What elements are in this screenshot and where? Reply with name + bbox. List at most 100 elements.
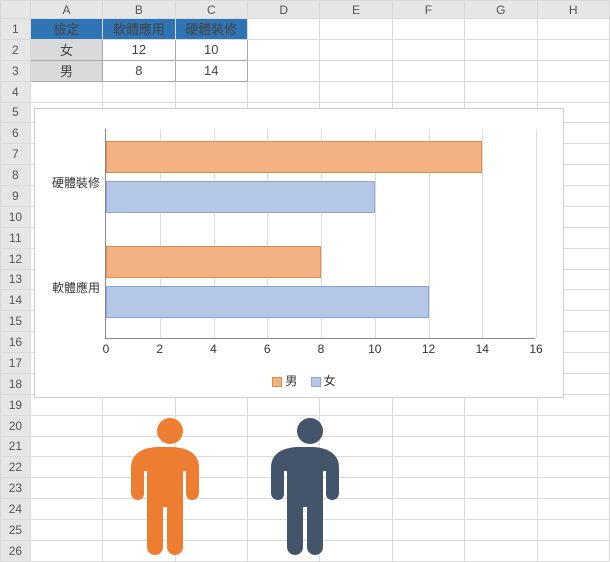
col-header[interactable]: E: [320, 1, 392, 19]
cell[interactable]: [537, 415, 609, 436]
bar-女[interactable]: [106, 181, 375, 213]
cell[interactable]: [392, 415, 464, 436]
cell[interactable]: [465, 415, 537, 436]
cell[interactable]: 軟體應用: [103, 19, 175, 40]
cell[interactable]: [247, 39, 319, 60]
cell[interactable]: [320, 60, 392, 81]
cell[interactable]: [537, 499, 609, 520]
bar-男[interactable]: [106, 246, 321, 278]
cell[interactable]: [247, 19, 319, 40]
row-header[interactable]: 9: [1, 186, 31, 207]
person-icon-orange[interactable]: [110, 415, 230, 555]
cell[interactable]: [247, 60, 319, 81]
cell[interactable]: [537, 540, 609, 561]
row-header[interactable]: 5: [1, 102, 31, 123]
cell[interactable]: [175, 81, 247, 102]
cell[interactable]: [30, 457, 102, 478]
cell[interactable]: [465, 540, 537, 561]
cell[interactable]: [465, 39, 537, 60]
cell[interactable]: [392, 457, 464, 478]
cell[interactable]: 8: [103, 60, 175, 81]
cell[interactable]: [465, 81, 537, 102]
row-header[interactable]: 13: [1, 269, 31, 290]
bar-女[interactable]: [106, 286, 429, 318]
cell[interactable]: [103, 81, 175, 102]
cell[interactable]: [30, 415, 102, 436]
row-header[interactable]: 22: [1, 457, 31, 478]
row-header[interactable]: 2: [1, 39, 31, 60]
col-header[interactable]: D: [247, 1, 319, 19]
cell[interactable]: [392, 540, 464, 561]
row-header[interactable]: 7: [1, 144, 31, 165]
row-header[interactable]: 21: [1, 436, 31, 457]
cell[interactable]: [247, 81, 319, 102]
cell[interactable]: [465, 19, 537, 40]
cell[interactable]: [392, 39, 464, 60]
row-header[interactable]: 20: [1, 415, 31, 436]
cell[interactable]: 硬體裝修: [175, 19, 247, 40]
row-header[interactable]: 1: [1, 19, 31, 40]
row-header[interactable]: 26: [1, 540, 31, 561]
cell[interactable]: [392, 499, 464, 520]
cell[interactable]: [320, 39, 392, 60]
cell[interactable]: [30, 499, 102, 520]
cell[interactable]: [537, 436, 609, 457]
col-header[interactable]: F: [392, 1, 464, 19]
row-header[interactable]: 19: [1, 394, 31, 415]
cell[interactable]: [392, 520, 464, 541]
cell[interactable]: [465, 520, 537, 541]
cell[interactable]: 12: [103, 39, 175, 60]
cell[interactable]: 女: [30, 39, 102, 60]
cell[interactable]: [537, 478, 609, 499]
cell[interactable]: [320, 81, 392, 102]
row-header[interactable]: 24: [1, 499, 31, 520]
col-header[interactable]: B: [103, 1, 175, 19]
bar-chart[interactable]: 0246810121416硬體裝修軟體應用 男 女: [34, 108, 564, 398]
cell[interactable]: [392, 60, 464, 81]
cell[interactable]: [392, 81, 464, 102]
cell[interactable]: [537, 39, 609, 60]
cell[interactable]: [537, 19, 609, 40]
row-header[interactable]: 12: [1, 248, 31, 269]
row-header[interactable]: 15: [1, 311, 31, 332]
row-header[interactable]: 16: [1, 332, 31, 353]
cell[interactable]: [537, 457, 609, 478]
cell[interactable]: 檢定: [30, 19, 102, 40]
col-header[interactable]: C: [175, 1, 247, 19]
cell[interactable]: [30, 478, 102, 499]
row-header[interactable]: 11: [1, 227, 31, 248]
cell[interactable]: [30, 436, 102, 457]
row-header[interactable]: 10: [1, 206, 31, 227]
cell[interactable]: [392, 436, 464, 457]
row-header[interactable]: 18: [1, 373, 31, 394]
row-header[interactable]: 6: [1, 123, 31, 144]
cell[interactable]: [465, 60, 537, 81]
cell[interactable]: [465, 457, 537, 478]
cell[interactable]: [30, 81, 102, 102]
cell[interactable]: 男: [30, 60, 102, 81]
row-header[interactable]: 17: [1, 353, 31, 374]
cell[interactable]: [30, 540, 102, 561]
cell[interactable]: [392, 478, 464, 499]
row-header[interactable]: 4: [1, 81, 31, 102]
person-icon-navy[interactable]: [250, 415, 370, 555]
row-header[interactable]: 25: [1, 520, 31, 541]
col-header[interactable]: G: [465, 1, 537, 19]
cell[interactable]: [465, 499, 537, 520]
col-header[interactable]: A: [30, 1, 102, 19]
row-header[interactable]: 3: [1, 60, 31, 81]
row-header[interactable]: 23: [1, 478, 31, 499]
col-header[interactable]: H: [537, 1, 609, 19]
cell[interactable]: [537, 60, 609, 81]
cell[interactable]: [537, 81, 609, 102]
cell[interactable]: [320, 19, 392, 40]
cell[interactable]: 10: [175, 39, 247, 60]
cell[interactable]: [465, 436, 537, 457]
cell[interactable]: [465, 478, 537, 499]
bar-男[interactable]: [106, 141, 482, 173]
row-header[interactable]: 14: [1, 290, 31, 311]
cell[interactable]: [537, 520, 609, 541]
row-header[interactable]: 8: [1, 165, 31, 186]
select-all-corner[interactable]: [1, 1, 31, 19]
cell[interactable]: 14: [175, 60, 247, 81]
